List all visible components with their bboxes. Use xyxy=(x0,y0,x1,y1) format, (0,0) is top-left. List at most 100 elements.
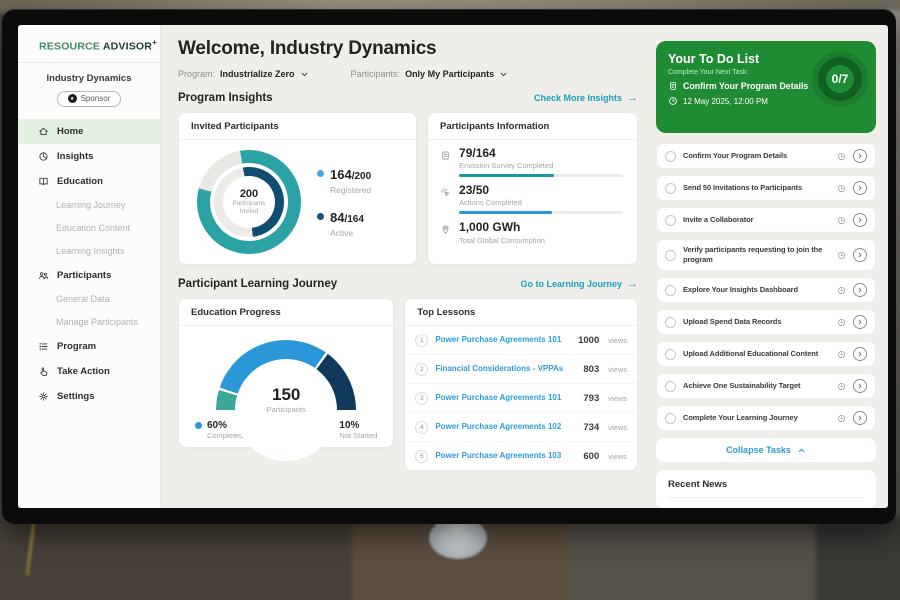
sidebar-item-take-action[interactable]: Take Action xyxy=(18,359,160,384)
sidebar: RESOURCE ADVISOR+ Industry Dynamics ★ Sp… xyxy=(18,25,161,508)
task-open-button[interactable] xyxy=(853,149,867,163)
completed-dot-icon xyxy=(195,422,202,429)
task-checkbox[interactable] xyxy=(665,285,676,296)
chevron-right-icon xyxy=(856,286,864,294)
sidebar-item-manage-participants[interactable]: Manage Participants xyxy=(18,311,160,334)
sidebar-item-label: Insights xyxy=(57,151,93,162)
lesson-link[interactable]: Power Purchase Agreements 101 xyxy=(435,335,571,345)
metric-label: Actions Completed xyxy=(459,198,623,207)
task-label: Achieve One Sustainability Target xyxy=(683,381,830,391)
sidebar-item-program[interactable]: Program xyxy=(18,334,160,359)
lesson-link[interactable]: Power Purchase Agreements 103 xyxy=(435,451,576,461)
gauge-center-label: Participants xyxy=(216,405,356,414)
main-content: Welcome, Industry Dynamics Program: Indu… xyxy=(161,25,650,508)
task-checkbox[interactable] xyxy=(665,413,676,424)
task-open-button[interactable] xyxy=(853,379,867,393)
page-title: Welcome, Industry Dynamics xyxy=(178,38,638,60)
lesson-row: 2 Financial Considerations - VPPAs 803 v… xyxy=(405,355,637,384)
todo-progress-count: 0/7 xyxy=(832,72,849,86)
task-label: Explore Your Insights Dashboard xyxy=(683,285,830,295)
sponsor-badge: ★ Sponsor xyxy=(57,91,121,107)
task-open-button[interactable] xyxy=(853,347,867,361)
participants-filter-dropdown[interactable]: Participants: Only My Participants xyxy=(351,69,509,79)
clock-icon xyxy=(837,318,846,327)
due-date-label: 12 May 2025, 12:00 PM xyxy=(683,97,768,106)
todo-item[interactable]: Send 50 Invitations to Participants xyxy=(656,175,876,201)
link-label: Check More Insights xyxy=(534,93,622,103)
clock-icon xyxy=(837,216,846,225)
lesson-link[interactable]: Financial Considerations - VPPAs xyxy=(435,364,576,374)
lesson-link[interactable]: Power Purchase Agreements 102 xyxy=(435,422,576,432)
chevron-right-icon xyxy=(856,382,864,390)
registered-dot-icon xyxy=(317,170,324,177)
task-open-button[interactable] xyxy=(853,283,867,297)
progress-fill xyxy=(459,211,552,214)
program-insights-title: Program Insights xyxy=(178,92,273,104)
program-filter-dropdown[interactable]: Program: Industrialize Zero xyxy=(178,69,309,79)
sponsor-icon: ★ xyxy=(68,94,77,103)
views-word: views xyxy=(608,336,627,345)
sidebar-item-education-content[interactable]: Education Content xyxy=(18,217,160,240)
task-open-button[interactable] xyxy=(853,315,867,329)
task-open-button[interactable] xyxy=(853,213,867,227)
photo-scene: RESOURCE ADVISOR+ Industry Dynamics ★ Sp… xyxy=(0,0,900,600)
sidebar-item-insights[interactable]: Insights xyxy=(18,144,160,169)
task-checkbox[interactable] xyxy=(665,151,676,162)
task-checkbox[interactable] xyxy=(665,349,676,360)
sidebar-item-education[interactable]: Education xyxy=(18,169,160,194)
card-title: Education Progress xyxy=(179,299,393,326)
views-count: 793 xyxy=(583,393,599,404)
todo-item[interactable]: Upload Additional Educational Content xyxy=(656,341,876,367)
todo-progress-ring: 0/7 xyxy=(818,57,862,101)
task-label: Send 50 Invitations to Participants xyxy=(683,183,830,193)
lesson-link[interactable]: Power Purchase Agreements 101 xyxy=(435,393,576,403)
todo-item[interactable]: Achieve One Sustainability Target xyxy=(656,373,876,399)
collapse-tasks-button[interactable]: Collapse Tasks xyxy=(656,438,876,462)
lesson-row: 1 Power Purchase Agreements 101 1000 vie… xyxy=(405,326,637,355)
todo-item[interactable]: Confirm Your Program Details xyxy=(656,143,876,169)
participants-filter-label: Participants: xyxy=(351,69,401,79)
brand-secondary: ADVISOR xyxy=(103,41,152,53)
sidebar-item-learning-journey[interactable]: Learning Journey xyxy=(18,194,160,217)
todo-item[interactable]: Verify participants requesting to join t… xyxy=(656,239,876,271)
sidebar-sub-label: Learning Insights xyxy=(56,246,125,256)
task-checkbox[interactable] xyxy=(665,317,676,328)
task-checkbox[interactable] xyxy=(665,183,676,194)
metric-actions-completed: 23/50 Actions Completed xyxy=(428,177,637,214)
sidebar-item-learning-insights[interactable]: Learning Insights xyxy=(18,240,160,263)
todo-summary-card: Your To Do List Complete Your Next Task:… xyxy=(656,41,876,133)
metric-label: Emission Survey Completed xyxy=(459,161,623,170)
todo-item[interactable]: Explore Your Insights Dashboard xyxy=(656,277,876,303)
task-open-button[interactable] xyxy=(853,411,867,425)
task-open-button[interactable] xyxy=(853,181,867,195)
check-more-insights-link[interactable]: Check More Insights → xyxy=(534,92,638,104)
progress-track xyxy=(459,174,623,177)
sidebar-item-participants[interactable]: Participants xyxy=(18,263,160,288)
program-icon xyxy=(38,341,49,352)
brand-primary: RESOURCE xyxy=(39,41,100,53)
todo-next-task: Confirm Your Program Details xyxy=(668,81,818,91)
views-word: views xyxy=(608,423,627,432)
clock-icon xyxy=(668,96,678,106)
task-checkbox[interactable] xyxy=(665,381,676,392)
todo-item[interactable]: Upload Spend Data Records xyxy=(656,309,876,335)
chevron-right-icon xyxy=(856,216,864,224)
views-word: views xyxy=(608,365,627,374)
participants-filter-value: Only My Participants xyxy=(405,69,494,79)
sidebar-item-home[interactable]: Home xyxy=(18,119,160,144)
views-count: 600 xyxy=(583,451,599,462)
invited-participants-card: Invited Participants 200 Participants In… xyxy=(178,112,417,265)
task-checkbox[interactable] xyxy=(665,250,676,261)
sidebar-item-label: Settings xyxy=(57,391,94,402)
sidebar-item-settings[interactable]: Settings xyxy=(18,384,160,409)
todo-item[interactable]: Complete Your Learning Journey xyxy=(656,405,876,431)
clock-icon xyxy=(837,382,846,391)
location-pin-icon xyxy=(440,224,451,235)
insights-icon xyxy=(38,151,49,162)
sidebar-item-general-data[interactable]: General Data xyxy=(18,288,160,311)
metric-value: 1,000 GWh xyxy=(459,221,623,234)
go-to-learning-journey-link[interactable]: Go to Learning Journey → xyxy=(520,278,638,290)
task-checkbox[interactable] xyxy=(665,215,676,226)
task-open-button[interactable] xyxy=(853,248,867,262)
todo-item[interactable]: Invite a Collaborator xyxy=(656,207,876,233)
